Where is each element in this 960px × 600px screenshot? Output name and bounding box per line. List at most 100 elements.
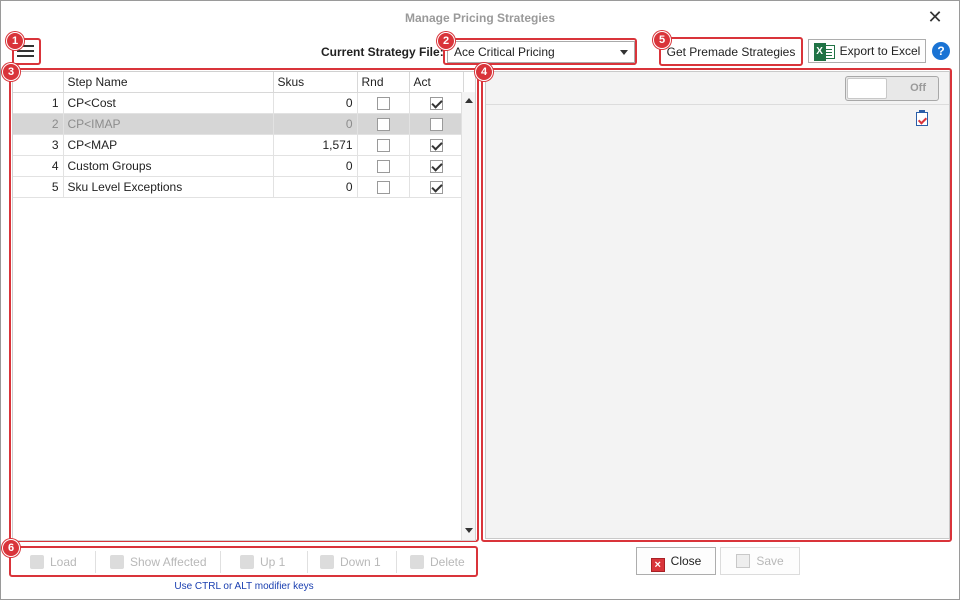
callout-2-badge: 2: [437, 32, 455, 50]
strategy-steps-grid: Step Name Skus Rnd Act 1 CP<Cost 0 2 CP<…: [12, 71, 476, 541]
delete-label: Delete: [430, 555, 465, 569]
scroll-up-icon[interactable]: [464, 94, 474, 108]
callout-5-badge: 5: [653, 31, 671, 49]
act-cell: [409, 113, 464, 135]
load-label: Load: [50, 555, 77, 569]
column-header-step-name[interactable]: Step Name: [63, 72, 274, 93]
show-affected-label: Show Affected: [130, 555, 207, 569]
delete-icon: [410, 555, 424, 569]
save-button[interactable]: Save: [720, 547, 800, 575]
act-cell: [409, 176, 464, 198]
move-down-button[interactable]: Down 1: [315, 549, 391, 575]
strategy-file-label: Current Strategy File:: [321, 45, 444, 59]
skus-cell: 0: [273, 92, 358, 114]
toolbar-divider: [220, 551, 221, 573]
table-row[interactable]: 4 Custom Groups 0: [13, 155, 464, 177]
show-affected-button[interactable]: Show Affected: [105, 549, 213, 575]
step-name-cell[interactable]: Custom Groups: [63, 155, 274, 177]
excel-icon: X: [813, 42, 836, 61]
column-header-rnd[interactable]: Rnd: [357, 72, 410, 93]
dialog-window: Manage Pricing Strategies ✕ 1 Current St…: [0, 0, 960, 600]
get-premade-strategies-button[interactable]: Get Premade Strategies: [663, 40, 799, 64]
grid-header-row: Step Name Skus Rnd Act: [13, 72, 464, 93]
act-checkbox[interactable]: [429, 117, 443, 131]
rnd-checkbox[interactable]: [376, 159, 390, 173]
toolbar-divider: [95, 551, 96, 573]
act-cell: [409, 92, 464, 114]
help-icon[interactable]: ?: [932, 42, 950, 60]
arrow-up-icon: [240, 555, 254, 569]
column-header-number[interactable]: [13, 72, 64, 93]
step-active-toggle[interactable]: Off: [845, 76, 939, 101]
close-icon: ×: [650, 558, 665, 572]
callout-6-badge: 6: [2, 539, 20, 557]
act-checkbox[interactable]: [429, 180, 443, 194]
rnd-checkbox[interactable]: [376, 180, 390, 194]
step-name-cell[interactable]: Sku Level Exceptions: [63, 176, 274, 198]
act-cell: [409, 155, 464, 177]
skus-cell: 1,571: [273, 134, 358, 156]
clipboard-check-icon[interactable]: [916, 110, 928, 126]
toolbar-divider: [307, 551, 308, 573]
move-up-button[interactable]: Up 1: [235, 549, 301, 575]
rnd-cell: [357, 113, 410, 135]
rnd-checkbox[interactable]: [376, 96, 390, 110]
rnd-cell: [357, 155, 410, 177]
callout-1-badge: 1: [6, 32, 24, 50]
table-row[interactable]: 2 CP<IMAP 0: [13, 113, 464, 135]
skus-cell: 0: [273, 113, 358, 135]
load-button[interactable]: Load: [25, 549, 91, 575]
column-header-skus[interactable]: Skus: [273, 72, 358, 93]
table-row[interactable]: 3 CP<MAP 1,571: [13, 134, 464, 156]
step-detail-panel: Off: [485, 71, 950, 539]
step-name-cell[interactable]: CP<Cost: [63, 92, 274, 114]
arrow-down-icon: [320, 555, 334, 569]
strategy-file-value: Ace Critical Pricing: [454, 45, 555, 59]
toggle-label: Off: [910, 82, 926, 94]
export-to-excel-label: Export to Excel: [839, 44, 921, 58]
toggle-knob: [847, 78, 887, 99]
close-window-icon[interactable]: ✕: [925, 7, 945, 27]
window-title: Manage Pricing Strategies: [404, 11, 556, 25]
detail-top-bar: Off: [486, 72, 949, 105]
title-bar: Manage Pricing Strategies ✕: [1, 1, 959, 35]
close-label: Close: [670, 554, 702, 568]
row-number: 2: [13, 113, 64, 135]
rnd-cell: [357, 176, 410, 198]
toolbar-divider: [396, 551, 397, 573]
column-header-act[interactable]: Act: [409, 72, 464, 93]
rnd-cell: [357, 92, 410, 114]
act-checkbox[interactable]: [429, 159, 443, 173]
strategy-file-dropdown[interactable]: Ace Critical Pricing: [447, 41, 635, 63]
rnd-checkbox[interactable]: [376, 138, 390, 152]
skus-cell: 0: [273, 176, 358, 198]
save-label: Save: [756, 554, 784, 568]
load-icon: [30, 555, 44, 569]
modifier-keys-hint: Use CTRL or ALT modifier keys: [174, 581, 314, 592]
step-name-cell[interactable]: CP<MAP: [63, 134, 274, 156]
chevron-down-icon: [620, 50, 628, 55]
save-icon: [736, 554, 751, 568]
rnd-checkbox[interactable]: [376, 117, 390, 131]
table-row[interactable]: 1 CP<Cost 0: [13, 92, 464, 114]
step-name-cell[interactable]: CP<IMAP: [63, 113, 274, 135]
row-number: 1: [13, 92, 64, 114]
export-to-excel-button[interactable]: X Export to Excel: [808, 39, 926, 63]
callout-3-badge: 3: [2, 63, 20, 81]
rnd-cell: [357, 134, 410, 156]
vertical-scrollbar[interactable]: [461, 92, 475, 540]
show-affected-icon: [110, 555, 124, 569]
act-checkbox[interactable]: [429, 138, 443, 152]
table-row[interactable]: 5 Sku Level Exceptions 0: [13, 176, 464, 198]
row-number: 3: [13, 134, 64, 156]
row-number: 5: [13, 176, 64, 198]
move-down-label: Down 1: [340, 555, 381, 569]
delete-button[interactable]: Delete: [405, 549, 473, 575]
act-checkbox[interactable]: [429, 96, 443, 110]
act-cell: [409, 134, 464, 156]
skus-cell: 0: [273, 155, 358, 177]
close-button[interactable]: × Close: [636, 547, 716, 575]
scroll-down-icon[interactable]: [464, 524, 474, 538]
move-up-label: Up 1: [260, 555, 286, 569]
row-number: 4: [13, 155, 64, 177]
